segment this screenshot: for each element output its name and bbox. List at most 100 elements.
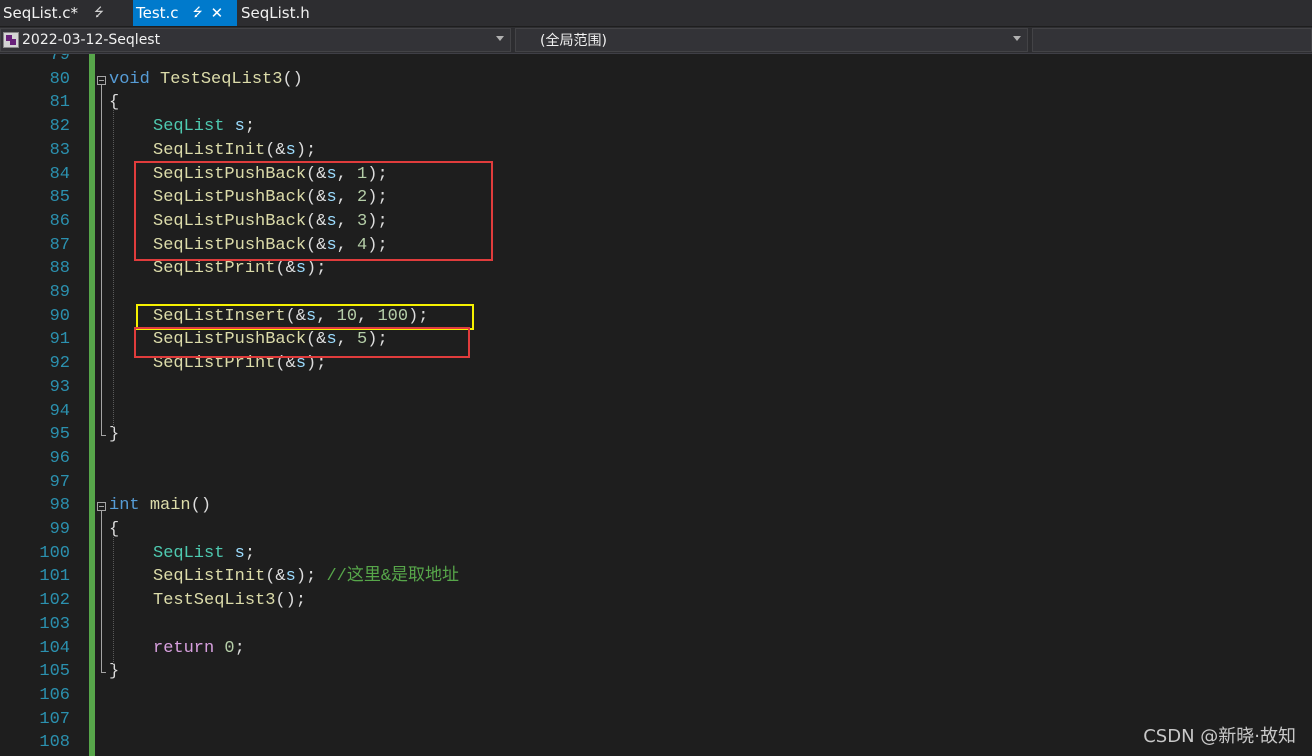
code-line[interactable]: 79 [0,54,1312,68]
chevron-down-icon[interactable] [1013,36,1021,41]
code-token: (& [265,567,286,587]
code-line[interactable]: 100 SeqList s; [0,542,1312,566]
code-token: () [190,496,212,516]
code-text: TestSeqList3(); [153,589,306,613]
line-number: 80 [49,69,70,89]
outline-end [101,435,106,437]
line-number: 81 [49,93,70,113]
project-dropdown[interactable]: 2022-03-12-Seqlest [0,28,511,52]
scope-dropdown[interactable]: (全局范围) [515,28,1028,52]
collapse-icon[interactable] [97,75,106,85]
code-line[interactable]: 81 { [0,91,1312,115]
code-text: int main() [109,494,211,518]
code-text: } [109,660,119,684]
line-number: 101 [39,567,70,587]
code-token: s [295,259,307,279]
code-line[interactable]: 101 SeqListInit(&s); //这里&是取地址 [0,565,1312,589]
line-number: 90 [49,306,70,326]
line-number: 96 [49,448,70,468]
code-line[interactable]: 97 [0,471,1312,495]
code-token: SeqList [153,117,225,137]
code-line[interactable]: 99 { [0,518,1312,542]
line-number: 84 [49,164,70,184]
line-number: 102 [39,591,70,611]
pin-icon[interactable]: ⭍ [193,3,203,24]
tab-seqlist-c[interactable]: SeqList.c* ⭍ [0,0,132,26]
code-line[interactable]: 83 SeqListInit(&s); [0,139,1312,163]
code-token: int [109,496,140,516]
code-token: //这里&是取地址 [326,567,460,587]
line-number: 87 [49,235,70,255]
code-text: SeqListInit(&s); [153,139,316,163]
code-token: 0 [224,638,235,658]
code-line[interactable]: 104 return 0; [0,637,1312,661]
code-text: SeqList s; [153,115,255,139]
tab-test-c[interactable]: Test.c ⭍ ✕ [133,0,237,26]
code-line[interactable]: 103 [0,613,1312,637]
code-token: (); [275,591,307,611]
code-token: ); [295,567,327,587]
code-line[interactable]: 102 TestSeqList3(); [0,589,1312,613]
code-text: } [109,423,119,447]
project-icon [3,32,19,48]
line-number: 92 [49,354,70,374]
watermark: CSDN @新晓·故知 [1143,726,1296,747]
code-token: s [285,140,296,160]
line-number: 88 [49,259,70,279]
close-icon[interactable]: ✕ [211,4,224,22]
code-line[interactable]: 98 int main() [0,494,1312,518]
indent-guide [113,108,114,430]
code-line[interactable]: 106 [0,684,1312,708]
code-token: ); [295,140,317,160]
outline-line [101,84,102,436]
code-line[interactable]: 94 [0,400,1312,424]
collapse-icon[interactable] [97,502,106,512]
line-number: 107 [39,709,70,729]
pin-icon[interactable]: ⭍ [94,3,104,24]
code-line[interactable]: 95} [0,423,1312,447]
line-number: 104 [39,638,70,658]
member-dropdown[interactable] [1032,28,1312,52]
code-line[interactable]: 108 [0,731,1312,755]
code-line[interactable]: 82 SeqList s; [0,115,1312,139]
outline-end [101,672,106,674]
chevron-down-icon[interactable] [496,36,504,41]
code-line[interactable]: 89 [0,281,1312,305]
code-token: s [234,543,245,563]
line-number: 108 [39,733,70,753]
code-line[interactable]: 93 [0,376,1312,400]
line-number: 99 [49,520,70,539]
code-token: ; [234,638,245,658]
code-line[interactable]: 96 [0,447,1312,471]
code-token: main [149,496,191,516]
code-editor[interactable]: 79 80 void TestSeqList3() 81 {82 SeqList s; 83… [0,54,1312,756]
navigation-bar: 2022-03-12-Seqlest (全局范围) [0,27,1312,54]
line-number: 97 [49,472,70,492]
line-number: 105 [39,662,70,682]
tab-label: SeqList.h [241,4,310,22]
code-token: () [282,69,303,89]
code-token: s [234,117,245,137]
code-token: ); [306,259,327,279]
document-tab-strip: SeqList.c* ⭍ Test.c ⭍ ✕ SeqList.h [0,0,1312,26]
project-name: 2022-03-12-Seqlest [22,32,161,48]
code-line[interactable]: 105} [0,660,1312,684]
code-token: return [153,638,215,658]
code-token: SeqListInit [153,140,266,160]
code-token: SeqList [153,543,225,563]
code-line[interactable]: 80 void TestSeqList3() [0,68,1312,92]
code-token: s [285,567,296,587]
code-token: (& [265,140,286,160]
line-number: 95 [49,425,70,445]
tab-seqlist-h[interactable]: SeqList.h [238,0,358,26]
code-token: SeqListInit [153,567,266,587]
code-line[interactable]: 107 [0,708,1312,732]
code-token: SeqListPrint [153,259,276,279]
line-number: 94 [49,401,70,421]
scope-label: (全局范围) [540,33,607,49]
code-text: { [109,91,119,115]
